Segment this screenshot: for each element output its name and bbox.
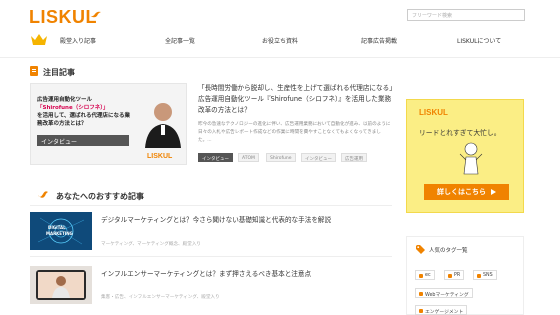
tag-interview-2[interactable]: インタビュー — [301, 153, 336, 162]
featured-article-desc: 昨今の急速なテクノロジーの進化に伴い、広告運用業務において自動化が進み、以前のよ… — [198, 122, 391, 143]
featured-article-title[interactable]: 「長時間労働から脱却し、生産性を上げて選ばれる代理店になる」広告運用自動化ツール… — [198, 83, 393, 116]
nav-all-articles[interactable]: 全記事一覧 — [165, 36, 195, 45]
popular-tags-box: 人気のタグ一覧 ec PR SNS Webマーケティング エンゲージメント — [406, 236, 524, 315]
pickup-title: 注目記事 — [43, 68, 75, 77]
influencer-thumb — [30, 266, 92, 304]
bird-logo-icon — [89, 11, 101, 18]
rec-article-title[interactable]: デジタルマーケティングとは？今さら聞けない基礎知識と代表的な手法を解説 — [101, 214, 331, 224]
nav-resources[interactable]: お役立ち資料 — [262, 36, 298, 45]
sidebar-tag-engagement[interactable]: エンゲージメント — [415, 305, 468, 315]
arrow-right-icon — [491, 189, 496, 195]
digital-marketing-thumb: DIGITAL MARKETING — [30, 212, 92, 250]
ad-text: リードとれすぎて大忙し。 — [419, 129, 501, 137]
tag-atom[interactable]: ATOM — [238, 153, 259, 162]
recommend-title: あなたへのおすすめ記事 — [56, 192, 144, 201]
ad-logo: LISKUL — [419, 108, 448, 117]
nav-about[interactable]: LISKULについて — [457, 36, 501, 45]
site-logo[interactable]: LISKUL — [29, 7, 97, 28]
divider — [30, 205, 392, 206]
featured-image-text: 広告運用自動化ツール 「Shirofune（シロフネ）」 を活用して、選ばれる代… — [37, 97, 131, 127]
tag-icon — [416, 245, 425, 254]
thumb-influencer[interactable] — [30, 266, 92, 304]
mascot-illustration — [459, 142, 483, 175]
sidebar-tag-sns[interactable]: SNS — [473, 270, 497, 280]
sidebar-ad-banner[interactable]: LISKUL リードとれすぎて大忙し。 詳しくはこちら — [406, 99, 524, 213]
popular-tags-title: 人気のタグ一覧 — [429, 248, 468, 254]
rec-article-meta: マーケティング、マーケティング概念、殿堂入り — [101, 242, 202, 247]
document-icon — [30, 66, 38, 76]
tag-interview[interactable]: インタビュー — [198, 153, 233, 162]
tag-shirofune[interactable]: Shirofune — [266, 153, 296, 162]
image-logo: LISKUL — [147, 153, 173, 160]
crown-icon — [31, 34, 47, 45]
sidebar-tag-ec[interactable]: ec — [415, 270, 435, 280]
nav-hall-of-fame[interactable]: 殿堂入り記事 — [60, 36, 96, 45]
search-input[interactable]: フリーワード検索 — [407, 9, 525, 21]
rec-article-meta: 集客・広告、インフルエンサーマーケティング、殿堂入り — [101, 295, 220, 300]
sidebar-tag-pr[interactable]: PR — [444, 270, 465, 280]
sidebar-tag-web-marketing[interactable]: Webマーケティング — [415, 288, 473, 298]
person-photo — [145, 103, 181, 148]
thumb-digital-marketing[interactable]: DIGITAL MARKETING — [30, 212, 92, 250]
svg-text:MARKETING: MARKETING — [46, 231, 73, 236]
interview-badge: インタビュー — [37, 135, 129, 146]
bird-icon — [38, 191, 48, 198]
nav-ad-listing[interactable]: 記事広告掲載 — [361, 36, 397, 45]
svg-text:DIGITAL: DIGITAL — [48, 225, 66, 230]
divider — [30, 256, 392, 257]
featured-image[interactable]: 広告運用自動化ツール 「Shirofune（シロフネ）」 を活用して、選ばれる代… — [30, 83, 187, 165]
ad-cta-button[interactable]: 詳しくはこちら — [424, 184, 509, 200]
rec-article-title[interactable]: インフルエンサーマーケティングとは？まず押さえるべき基本と注意点 — [101, 268, 311, 278]
tag-ad-ops[interactable]: 広告運用 — [341, 153, 367, 162]
